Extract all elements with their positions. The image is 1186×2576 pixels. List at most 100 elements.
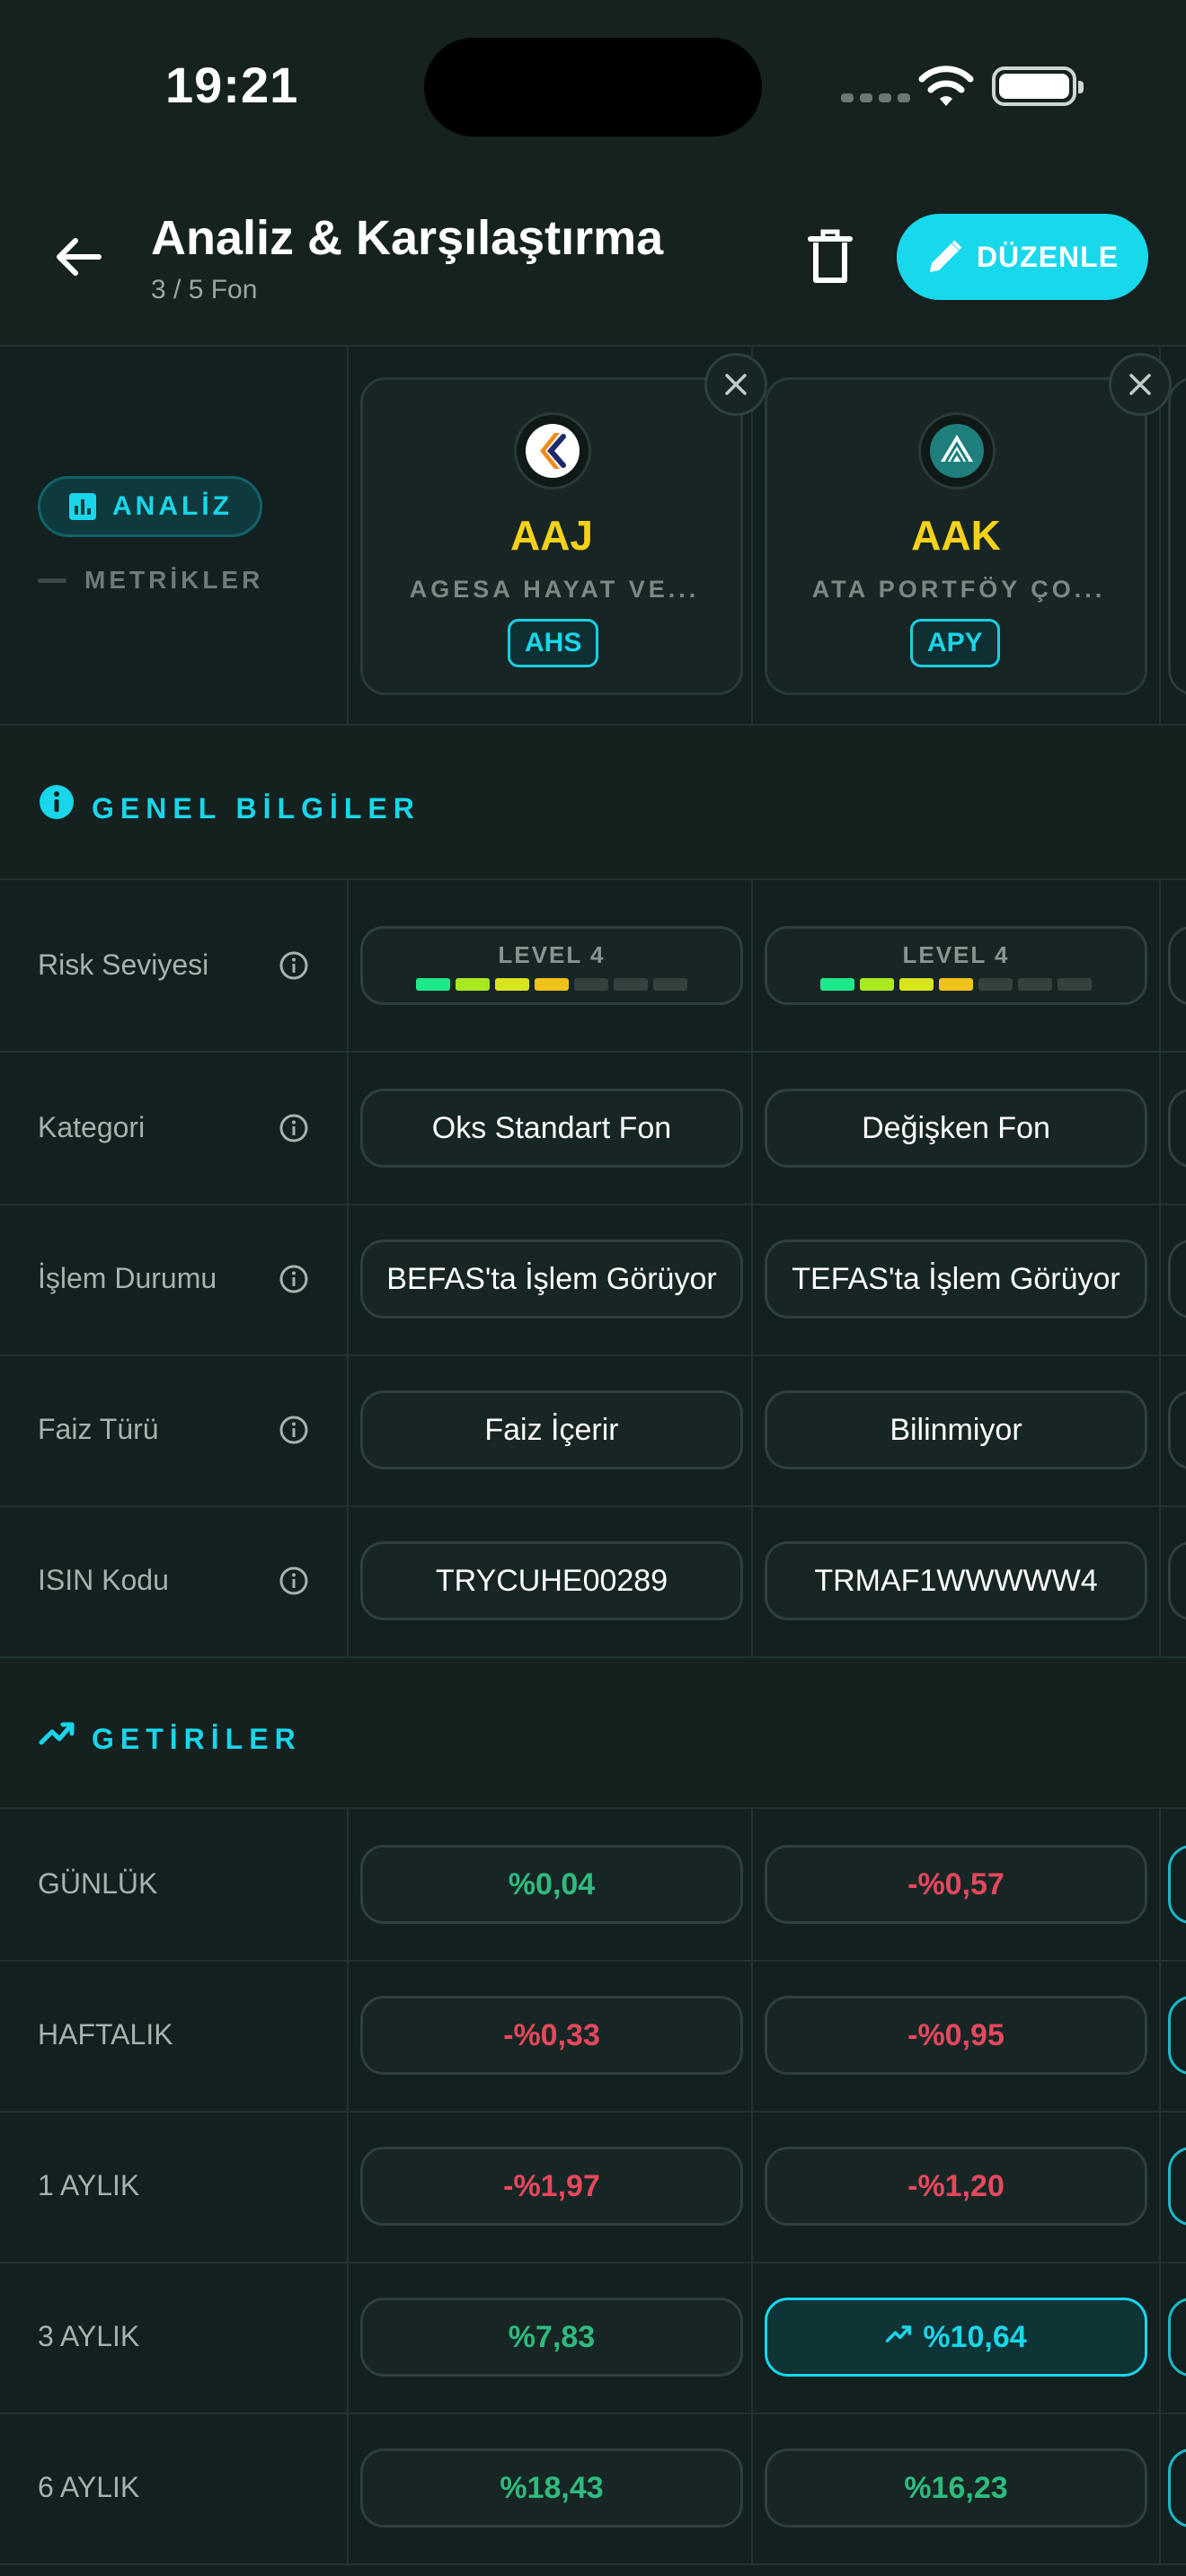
close-icon (1129, 374, 1151, 395)
row-label: İşlem Durumu (38, 1262, 217, 1294)
row-label: ISIN Kodu (38, 1564, 169, 1596)
risk-segment (978, 977, 1013, 991)
return-cell-partial (1168, 2298, 1186, 2377)
info-icon[interactable] (279, 1264, 309, 1294)
grid-divider (0, 878, 1186, 880)
risk-segment (653, 977, 687, 991)
grid-divider (1159, 1960, 1161, 2111)
fund-card-partial[interactable] (1168, 377, 1186, 695)
fund-card[interactable]: AAJ AGESA HAYAT VE... AHS (360, 353, 767, 695)
grid-divider (1159, 1354, 1161, 1505)
grid-divider (0, 1354, 1186, 1356)
return-cell: -%1,20 (765, 2147, 1147, 2226)
grid-divider (0, 2111, 1186, 2113)
close-icon (725, 374, 747, 395)
grid-divider (1159, 2413, 1161, 2563)
risk-meter (820, 977, 1092, 991)
best-return-cell: %10,64 (765, 2298, 1147, 2377)
grid-divider (347, 880, 349, 1051)
grid-divider (751, 1354, 753, 1505)
grid-divider (751, 880, 753, 1051)
risk-segment (416, 977, 450, 991)
value-cell-partial (1168, 1239, 1186, 1319)
bar-chart-icon (69, 493, 96, 520)
info-icon[interactable] (279, 1113, 309, 1143)
value-cell: BEFAS'ta İşlem Görüyor (360, 1239, 743, 1319)
edit-button[interactable]: DÜZENLE (897, 214, 1148, 300)
trash-icon[interactable] (805, 228, 855, 286)
general-info-section: GENEL BİLGİLER (0, 726, 1186, 878)
section-title: GETİRİLER (92, 1723, 302, 1755)
risk-level-label: LEVEL 4 (498, 940, 606, 968)
fund-card[interactable]: AAK ATA PORTFÖY ÇO... APY (765, 353, 1172, 695)
info-icon[interactable] (279, 950, 309, 981)
grid-divider (0, 1505, 1186, 1507)
value-cell: TRMAF1WWWWW4 (765, 1541, 1147, 1620)
grid-divider (1159, 2262, 1161, 2413)
ata-logo-icon (918, 412, 996, 490)
return-cell: %0,04 (360, 1845, 743, 1924)
pencil-icon (929, 240, 962, 272)
grid-divider (347, 1809, 349, 1960)
metrics-label-row: METRİKLER (38, 566, 263, 595)
grid-divider (347, 1053, 349, 1204)
value-cell-partial (1168, 926, 1186, 1005)
agesa-logo-icon (514, 412, 591, 490)
back-arrow-icon[interactable] (52, 230, 106, 284)
grid-divider (0, 2563, 1186, 2565)
value-cell: TRYCUHE00289 (360, 1541, 743, 1620)
status-time: 19:21 (165, 57, 299, 113)
row-label: 3 AYLIK (38, 2320, 140, 2352)
section-title: GENEL BİLGİLER (92, 792, 420, 825)
risk-segment (899, 977, 934, 991)
return-cell: -%0,57 (765, 1845, 1147, 1924)
grid-divider (347, 347, 349, 724)
risk-segment (614, 977, 648, 991)
page-title: Analiz & Karşılaştırma (151, 211, 664, 265)
return-cell: -%0,95 (765, 1996, 1147, 2075)
status-bar: 19:21 (0, 0, 1186, 162)
row-label: Kategori (38, 1111, 146, 1143)
value-cell: Oks Standart Fon (360, 1089, 743, 1168)
remove-fund-button[interactable] (1109, 353, 1172, 416)
risk-segment (860, 977, 894, 991)
row-label: Risk Seviyesi (38, 948, 209, 981)
grid-divider (0, 2413, 1186, 2414)
fund-code: AAK (911, 512, 1001, 559)
value-cell-partial (1168, 1089, 1186, 1168)
grid-divider (751, 1053, 753, 1204)
risk-segment (495, 977, 529, 991)
row-label: GÜNLÜK (38, 1867, 158, 1900)
risk-meter (416, 977, 687, 991)
grid-divider (751, 2262, 753, 2413)
return-cell: %7,83 (360, 2298, 743, 2377)
trending-up-icon (885, 2320, 912, 2355)
return-cell: %18,43 (360, 2448, 743, 2527)
grid-divider (751, 1960, 753, 2111)
return-cell-partial (1168, 2147, 1186, 2226)
app-header: Analiz & Karşılaştırma 3 / 5 Fon DÜZENLE (0, 162, 1186, 347)
fund-code: AAJ (509, 512, 594, 559)
fund-company-tag: APY (910, 619, 1000, 667)
info-icon[interactable] (279, 1415, 309, 1445)
wifi-icon (918, 66, 974, 106)
row-label: 1 AYLIK (38, 2169, 140, 2201)
fund-company-tag: AHS (508, 619, 599, 667)
grid-divider (347, 1505, 349, 1656)
value-cell: TEFAS'ta İşlem Görüyor (765, 1239, 1147, 1319)
grid-divider (0, 1960, 1186, 1962)
risk-level-cell: LEVEL 4 (765, 926, 1147, 1005)
return-cell: -%1,97 (360, 2147, 743, 2226)
risk-segment (1058, 977, 1092, 991)
info-icon[interactable] (279, 1566, 309, 1596)
remove-fund-button[interactable] (704, 353, 767, 416)
risk-segment (820, 977, 854, 991)
grid-divider (1159, 1053, 1161, 1204)
risk-segment (1018, 977, 1052, 991)
fund-name: AGESA HAYAT VE... (409, 576, 700, 603)
returns-section: GETİRİLER (0, 1656, 1186, 1809)
return-cell-partial (1168, 1996, 1186, 2075)
grid-divider (347, 2413, 349, 2563)
value-cell-partial (1168, 1390, 1186, 1469)
grid-divider (347, 1354, 349, 1505)
